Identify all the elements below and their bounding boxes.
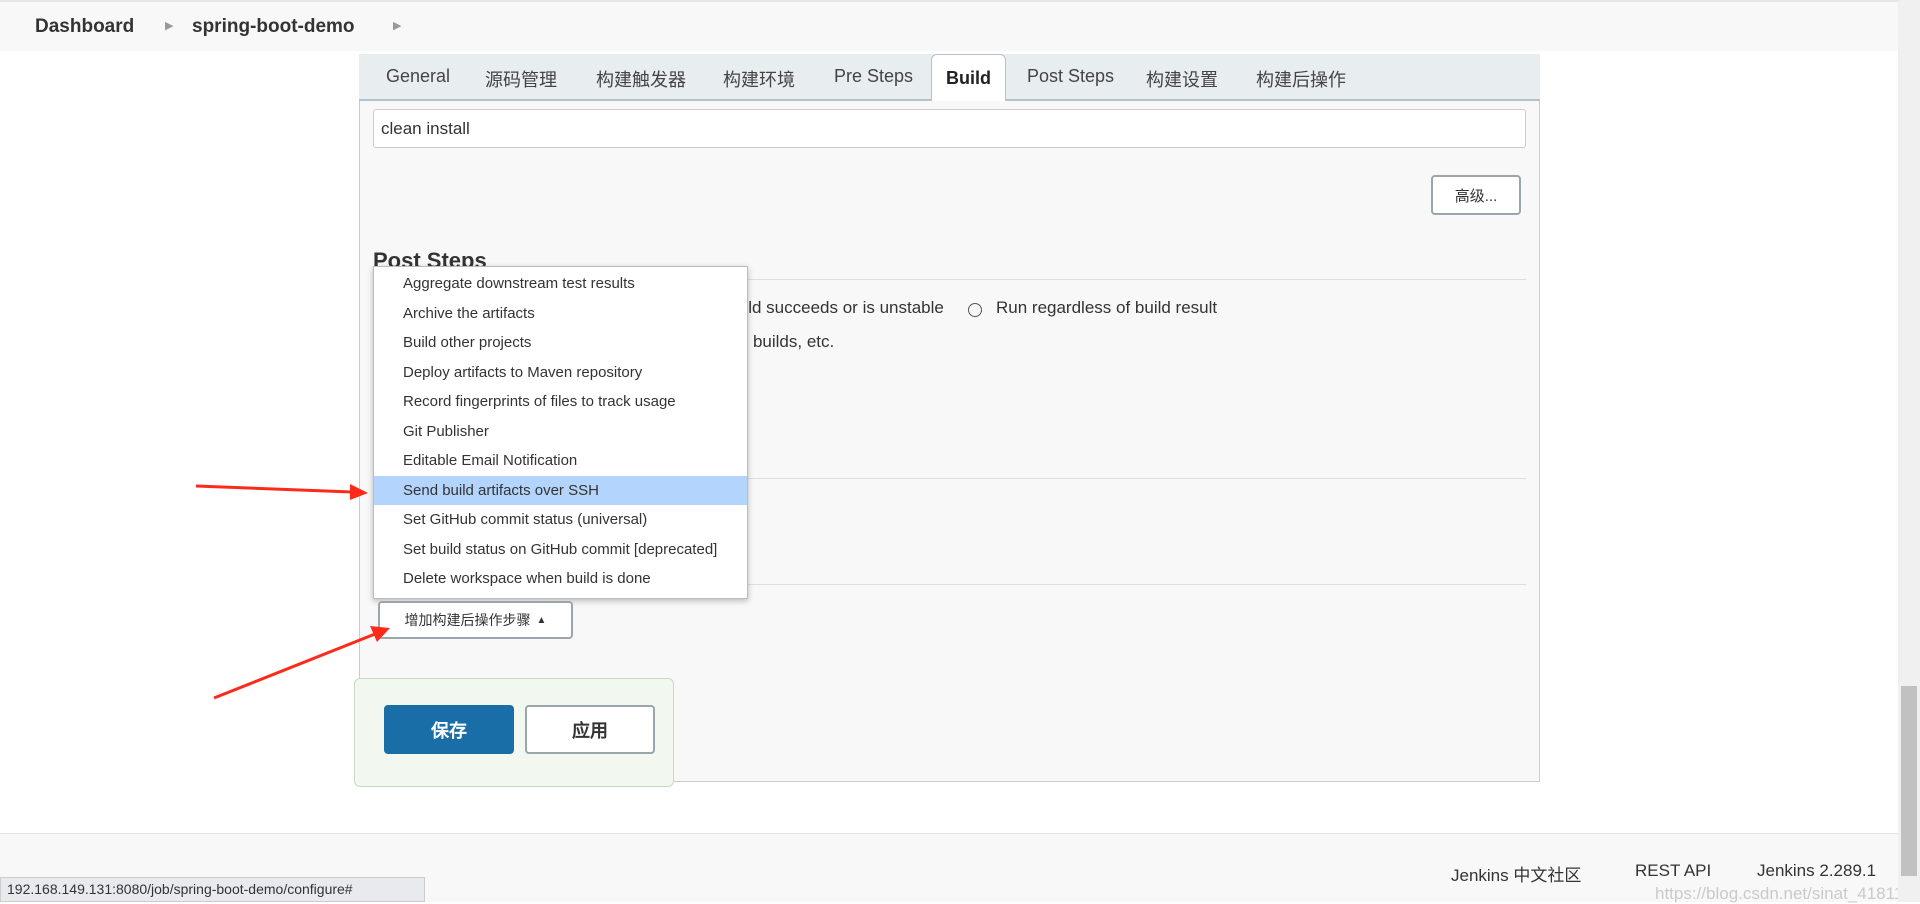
status-bar-url: 192.168.149.131:8080/job/spring-boot-dem… — [0, 877, 425, 902]
footer-community-link[interactable]: Jenkins 中文社区 — [1451, 861, 1581, 886]
red-arrow-icon — [213, 626, 390, 700]
annotation-arrows — [195, 484, 390, 700]
watermark: https://blog.csdn.net/sinat_41811051 — [1655, 884, 1920, 903]
footer-rest-api-link[interactable]: REST API — [1635, 861, 1711, 881]
footer-version-link[interactable]: Jenkins 2.289.1 — [1757, 861, 1876, 881]
scrollbar-thumb[interactable] — [1901, 686, 1917, 876]
red-arrow-icon — [195, 484, 368, 500]
